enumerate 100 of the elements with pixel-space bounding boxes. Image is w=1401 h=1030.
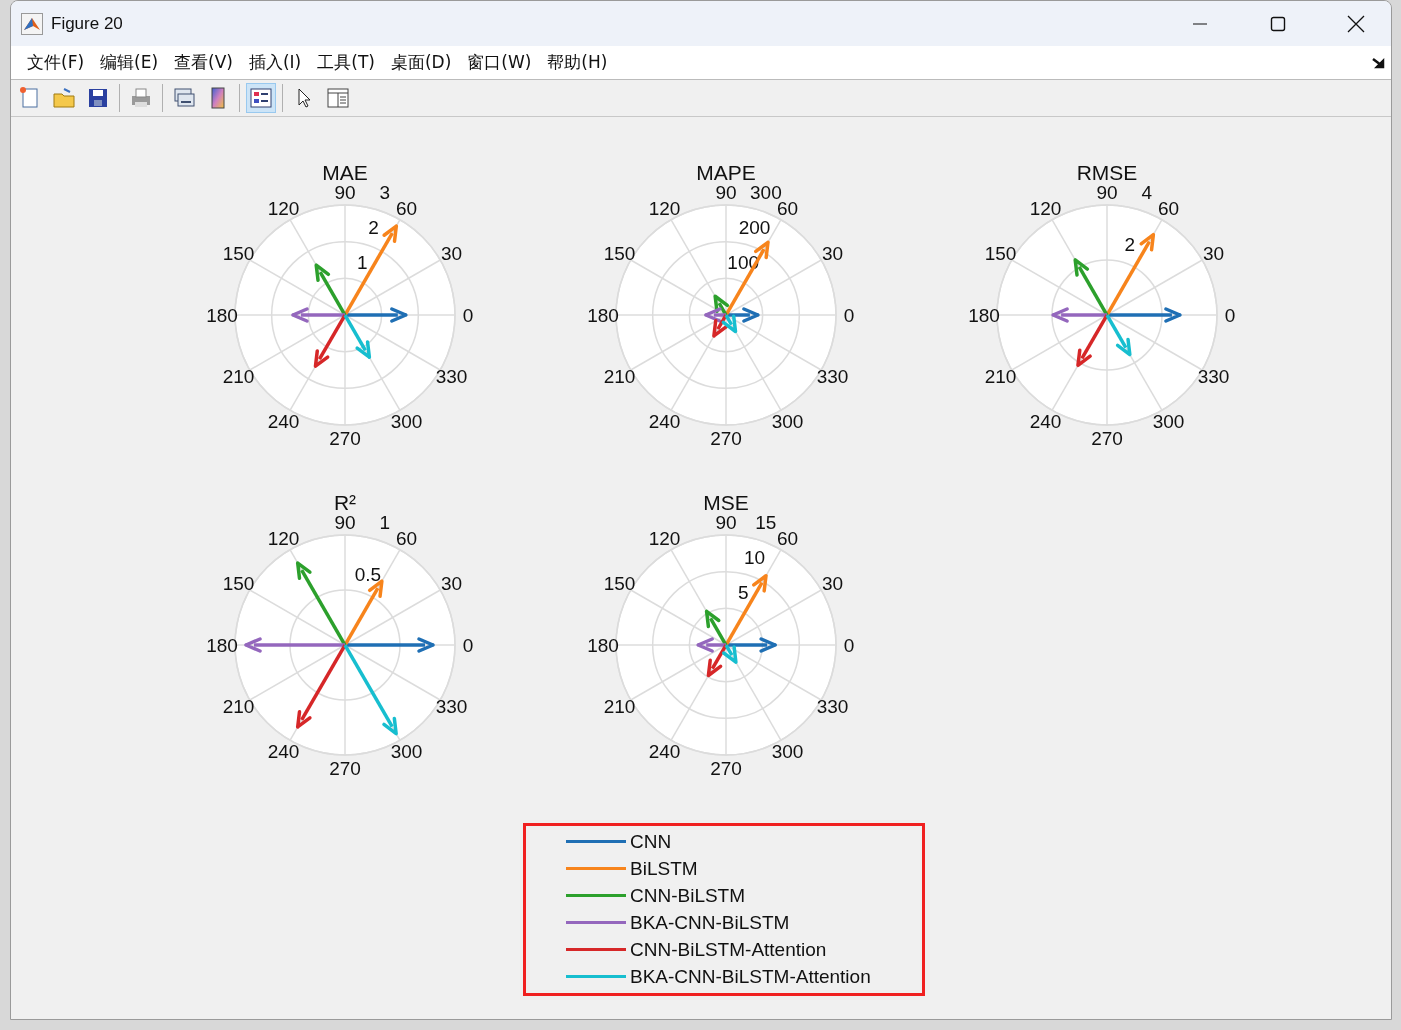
angle-label: 30 — [821, 573, 844, 594]
radius-label: 3 — [379, 181, 391, 203]
angle-label: 240 — [267, 411, 300, 432]
save-icon — [86, 86, 110, 110]
angle-label: 300 — [771, 741, 804, 762]
angle-label: 330 — [435, 696, 468, 717]
angle-label: 90 — [715, 511, 737, 533]
toolbar-button[interactable] — [246, 83, 276, 113]
angle-label: 120 — [267, 528, 300, 549]
angle-label: 210 — [984, 366, 1017, 387]
plot-title: MAE — [322, 160, 368, 184]
windows-link-icon — [172, 86, 196, 110]
angle-label: 270 — [1091, 427, 1123, 449]
menu-item[interactable]: 工具(T) — [309, 51, 383, 74]
angle-label: 60 — [1157, 198, 1180, 219]
radius-label: 4 — [1141, 181, 1153, 203]
angle-label: 60 — [776, 528, 799, 549]
maximize-icon — [1270, 15, 1286, 32]
angle-label: 210 — [603, 366, 636, 387]
angle-label: 270 — [710, 757, 742, 779]
plot-title: RMSE — [1076, 160, 1138, 184]
angle-label: 0 — [843, 634, 855, 656]
angle-label: 60 — [395, 528, 418, 549]
close-icon — [1347, 14, 1365, 33]
menu-item[interactable]: 查看(V) — [166, 51, 241, 74]
angle-label: 210 — [222, 366, 255, 387]
folder-icon — [52, 86, 76, 110]
plot-title: MSE — [703, 490, 749, 514]
radius-label: 1 — [379, 511, 391, 533]
angle-label: 120 — [648, 198, 681, 219]
radius-label: 0.5 — [354, 564, 382, 586]
angle-label: 60 — [395, 198, 418, 219]
angle-label: 90 — [334, 181, 356, 203]
legend-label: CNN-BiLSTM-Attention — [630, 938, 827, 961]
angle-label: 300 — [390, 411, 423, 432]
printer-icon — [129, 86, 153, 110]
radius-label: 15 — [755, 511, 777, 533]
radius-label: 5 — [737, 581, 749, 603]
angle-label: 180 — [206, 304, 238, 326]
legend-label: BiLSTM — [630, 857, 698, 880]
plot-title: R² — [333, 490, 357, 514]
menu-item[interactable]: 编辑(E) — [92, 51, 167, 74]
angle-label: 30 — [440, 573, 463, 594]
panel-icon — [326, 86, 350, 110]
angle-label: 0 — [843, 304, 855, 326]
angle-label: 180 — [206, 634, 238, 656]
angle-label: 150 — [603, 573, 636, 594]
angle-label: 90 — [715, 181, 737, 203]
angle-label: 120 — [648, 528, 681, 549]
angle-label: 150 — [984, 243, 1017, 264]
menu-item[interactable]: 窗口(W) — [459, 51, 540, 74]
dock-arrow-icon[interactable] — [1371, 55, 1385, 70]
radius-label: 200 — [738, 216, 771, 238]
radius-label: 2 — [1124, 234, 1136, 256]
angle-label: 300 — [390, 741, 423, 762]
angle-label: 330 — [816, 366, 849, 387]
legend-label: CNN — [630, 830, 672, 853]
angle-label: 180 — [587, 304, 619, 326]
angle-label: 300 — [1152, 411, 1185, 432]
angle-label: 240 — [648, 741, 681, 762]
legend-label: CNN-BiLSTM — [630, 884, 746, 907]
angle-label: 0 — [1224, 304, 1236, 326]
menu-item[interactable]: 文件(F) — [19, 51, 93, 74]
angle-label: 150 — [222, 573, 255, 594]
angle-label: 150 — [222, 243, 255, 264]
legend-label: BKA-CNN-BiLSTM-Attention — [630, 965, 871, 988]
angle-label: 240 — [1029, 411, 1062, 432]
angle-label: 180 — [968, 304, 1000, 326]
angle-label: 120 — [1029, 198, 1062, 219]
angle-label: 330 — [435, 366, 468, 387]
angle-label: 240 — [267, 741, 300, 762]
radius-label: 1 — [356, 251, 368, 273]
angle-label: 120 — [267, 198, 300, 219]
angle-label: 90 — [334, 511, 356, 533]
app-logo-icon — [21, 12, 43, 35]
angle-label: 150 — [603, 243, 636, 264]
angle-label: 210 — [222, 696, 255, 717]
angle-label: 270 — [329, 757, 361, 779]
angle-label: 0 — [462, 634, 474, 656]
minimize-icon — [1193, 22, 1207, 25]
radius-label: 2 — [368, 216, 379, 238]
menu-item[interactable]: 桌面(D) — [382, 51, 460, 74]
window-title: Figure 20 — [51, 13, 124, 34]
angle-label: 270 — [329, 427, 361, 449]
legend-icon — [249, 86, 273, 110]
angle-label: 30 — [1202, 243, 1225, 264]
menu-item[interactable]: 插入(I) — [240, 51, 310, 74]
angle-label: 30 — [440, 243, 463, 264]
angle-label: 0 — [462, 304, 474, 326]
menu-item[interactable]: 帮助(H) — [539, 51, 616, 74]
angle-label: 240 — [648, 411, 681, 432]
angle-label: 210 — [603, 696, 636, 717]
radius-label: 10 — [743, 546, 766, 568]
legend-label: BKA-CNN-BiLSTM — [630, 911, 790, 934]
angle-label: 330 — [816, 696, 849, 717]
angle-label: 90 — [1096, 181, 1118, 203]
angle-label: 330 — [1197, 366, 1230, 387]
angle-label: 300 — [771, 411, 804, 432]
angle-label: 270 — [710, 427, 742, 449]
plot-title: MAPE — [696, 160, 756, 184]
